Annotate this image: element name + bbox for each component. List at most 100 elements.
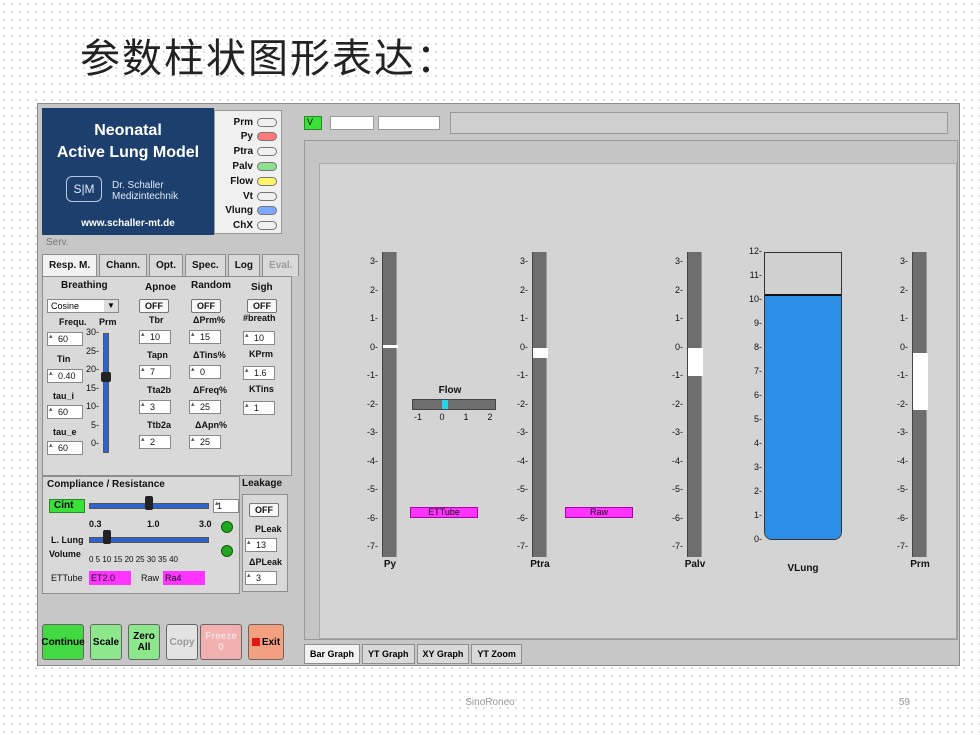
dfreq-input[interactable]: 25 xyxy=(189,399,221,414)
gauge-tick-label: -3- xyxy=(517,427,528,437)
pleak-input[interactable]: 13 xyxy=(245,537,277,552)
dtins-input[interactable]: 0 xyxy=(189,364,221,379)
curve-toggle-palv[interactable]: Palv xyxy=(232,159,277,173)
sigh-off-button[interactable]: OFF xyxy=(247,299,277,313)
zero-all-line1: Zero xyxy=(133,631,155,642)
tab-yt-zoom[interactable]: YT Zoom xyxy=(471,644,522,664)
resistance-marker[interactable]: ETTube xyxy=(410,507,478,519)
kprm-input[interactable]: 1.6 xyxy=(243,365,275,380)
nbreath-input[interactable]: 10 xyxy=(243,330,275,345)
gauge-tick-label: -7- xyxy=(897,541,908,551)
zero-all-button[interactable]: Zero All xyxy=(128,624,160,660)
gauge-tick-label: -3- xyxy=(367,427,378,437)
status-field-2 xyxy=(378,116,440,130)
dapn-label: ΔApn% xyxy=(195,420,227,430)
dprm-label: ΔPrm% xyxy=(193,315,225,325)
curve-toggle-vt[interactable]: Vt xyxy=(243,189,277,203)
cint-slider-thumb[interactable] xyxy=(145,496,153,510)
frequ-input[interactable]: 60 xyxy=(47,331,83,346)
tta2b-input[interactable]: 3 xyxy=(139,399,171,414)
flow-label: Flow xyxy=(438,384,462,396)
raw-label: Raw xyxy=(141,573,160,583)
waveform-select[interactable]: Cosine ▼ xyxy=(47,299,119,313)
leakage-header: Leakage xyxy=(242,478,283,489)
prm-tick-label: 10- xyxy=(85,401,99,411)
gauge-tick-label: -6- xyxy=(897,512,908,523)
tau-e-input[interactable]: 60 xyxy=(47,440,83,455)
tin-label: Tin xyxy=(57,354,71,364)
prm-tick-label: 20- xyxy=(85,364,99,374)
curve-toggle-vlung[interactable]: Vlung xyxy=(225,204,277,218)
exit-button[interactable]: Exit xyxy=(248,624,284,660)
chevron-down-icon[interactable]: ▼ xyxy=(104,300,118,312)
sigh-header: Sigh xyxy=(251,282,273,293)
curve-toggle-prm[interactable]: Prm xyxy=(234,115,277,129)
gauge-tick-label: -4- xyxy=(517,455,528,466)
tab-spec[interactable]: Spec. xyxy=(185,254,226,276)
tau-i-input[interactable]: 60 xyxy=(47,404,83,419)
flow-tick-label: 0 xyxy=(439,411,445,422)
dprm-input[interactable]: 15 xyxy=(189,329,221,344)
tab-respm[interactable]: Resp. M. xyxy=(42,254,98,276)
freeze-button[interactable]: Freeze 0 xyxy=(200,624,242,660)
leak-off-button[interactable]: OFF xyxy=(249,503,279,517)
gauge-tick-label: -1- xyxy=(367,370,378,380)
status-led-icon xyxy=(221,545,233,557)
tab-log[interactable]: Log xyxy=(227,254,261,276)
ktins-label: KTins xyxy=(249,384,274,394)
tab-chann[interactable]: Chann. xyxy=(99,254,148,276)
curve-toggle-chx[interactable]: ChX xyxy=(233,219,277,233)
prm-slider-track[interactable] xyxy=(103,333,109,453)
curve-toggle-py[interactable]: Py xyxy=(241,130,277,144)
gauge-tick-label: -2- xyxy=(897,398,908,409)
tab-bar-graph[interactable]: Bar Graph xyxy=(304,644,361,664)
prm-tick-label: 0- xyxy=(90,438,99,448)
cint-scale-mid: 1.0 xyxy=(147,519,160,529)
gauge-tick-label: 0- xyxy=(369,341,378,352)
curve-led-icon xyxy=(257,221,277,231)
ttb2a-input[interactable]: 2 xyxy=(139,434,171,449)
tbr-label: Tbr xyxy=(149,315,164,325)
curve-toggle-flow[interactable]: Flow xyxy=(230,174,277,188)
vlung-tick-label: 11- xyxy=(749,270,762,280)
tbr-input[interactable]: 10 xyxy=(139,329,171,344)
random-off-button[interactable]: OFF xyxy=(191,299,221,313)
ktins-input[interactable]: 1 xyxy=(243,400,275,415)
gauge-tick-label: -7- xyxy=(517,541,528,551)
company-name-line2: Medizintechnik xyxy=(112,191,179,202)
apnoe-header: Apnoe xyxy=(145,282,177,293)
llung-label: L. Lung xyxy=(51,535,84,545)
tin-input[interactable]: 0.40 xyxy=(47,368,83,383)
gauge-tick-label: 1- xyxy=(519,313,528,323)
gauge-tick-label: -7- xyxy=(367,541,378,551)
volume-slider-thumb[interactable] xyxy=(103,530,111,544)
copy-button[interactable]: Copy xyxy=(166,624,198,660)
tab-yt-graph[interactable]: YT Graph xyxy=(362,644,415,664)
tab-xy-graph[interactable]: XY Graph xyxy=(416,644,470,664)
gauge-name: Py xyxy=(383,559,397,570)
tab-eval[interactable]: Eval. xyxy=(262,254,300,276)
tab-opt[interactable]: Opt. xyxy=(149,254,184,276)
curve-toggle-ptra[interactable]: Ptra xyxy=(234,145,277,159)
continue-button[interactable]: Continue xyxy=(41,624,85,660)
breathing-panel: Breathing Apnoe Random Sigh Cosine ▼ Fre… xyxy=(42,276,292,476)
curve-led-icon xyxy=(257,117,277,127)
scale-button[interactable]: Scale xyxy=(90,624,122,660)
tapn-input[interactable]: 7 xyxy=(139,364,171,379)
exit-label: Exit xyxy=(261,636,281,648)
ettube-value[interactable]: ET2.0 xyxy=(89,571,131,585)
prm-scale: 30- 25- 20- 15- 10- 5- 0- xyxy=(83,327,99,457)
cint-input[interactable]: 1 xyxy=(213,498,239,513)
prm-slider-thumb[interactable] xyxy=(101,372,111,382)
company-name-line1: Dr. Schaller xyxy=(112,180,164,191)
resistance-marker[interactable]: Raw xyxy=(565,507,633,519)
raw-value[interactable]: Ra4 xyxy=(163,571,205,585)
gauge-tick-label: -5- xyxy=(672,484,683,494)
dpleak-input[interactable]: 3 xyxy=(245,570,277,585)
gauge-tick-label: -1- xyxy=(672,370,683,380)
v-indicator: V xyxy=(304,116,322,130)
apnoe-off-button[interactable]: OFF xyxy=(139,299,169,313)
vlung-name: VLung xyxy=(787,563,819,574)
curve-led-icon xyxy=(257,132,277,142)
dapn-input[interactable]: 25 xyxy=(189,434,221,449)
